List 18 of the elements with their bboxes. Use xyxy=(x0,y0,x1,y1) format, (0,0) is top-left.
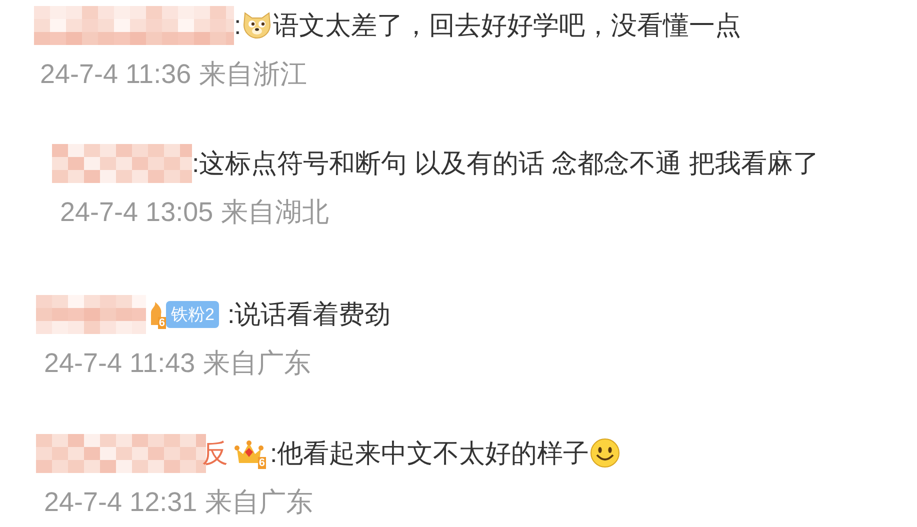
comment-location: 来自浙江 xyxy=(199,58,308,90)
comment-text: :说话看着费劲 xyxy=(227,298,391,330)
comment-time: 24-7-4 11:36 xyxy=(40,58,192,90)
comment-text: :这标点符号和断句 以及有的话 念都念不通 把我看麻了 xyxy=(192,146,819,180)
comment-location: 来自湖北 xyxy=(221,196,330,228)
flame-icon: 6 xyxy=(148,301,164,327)
smiley-icon xyxy=(589,437,622,469)
comment-time: 24-7-4 13:05 xyxy=(60,196,214,228)
comment-time: 24-7-4 11:43 xyxy=(44,347,196,379)
comment-text: : xyxy=(234,10,242,40)
dog-face-icon xyxy=(241,9,274,41)
comment-location: 来自广东 xyxy=(205,486,314,518)
comment-text: 语文太差了，回去好好学吧，没看懂一点 xyxy=(273,8,742,42)
comment-location: 来自广东 xyxy=(203,347,312,379)
comment-time: 24-7-4 12:31 xyxy=(44,486,198,518)
comment-text: :他看起来中文不太好的样子 xyxy=(270,436,590,470)
fan-badge: 铁粉2 xyxy=(166,300,220,328)
user-name[interactable]: 反 xyxy=(202,436,228,470)
